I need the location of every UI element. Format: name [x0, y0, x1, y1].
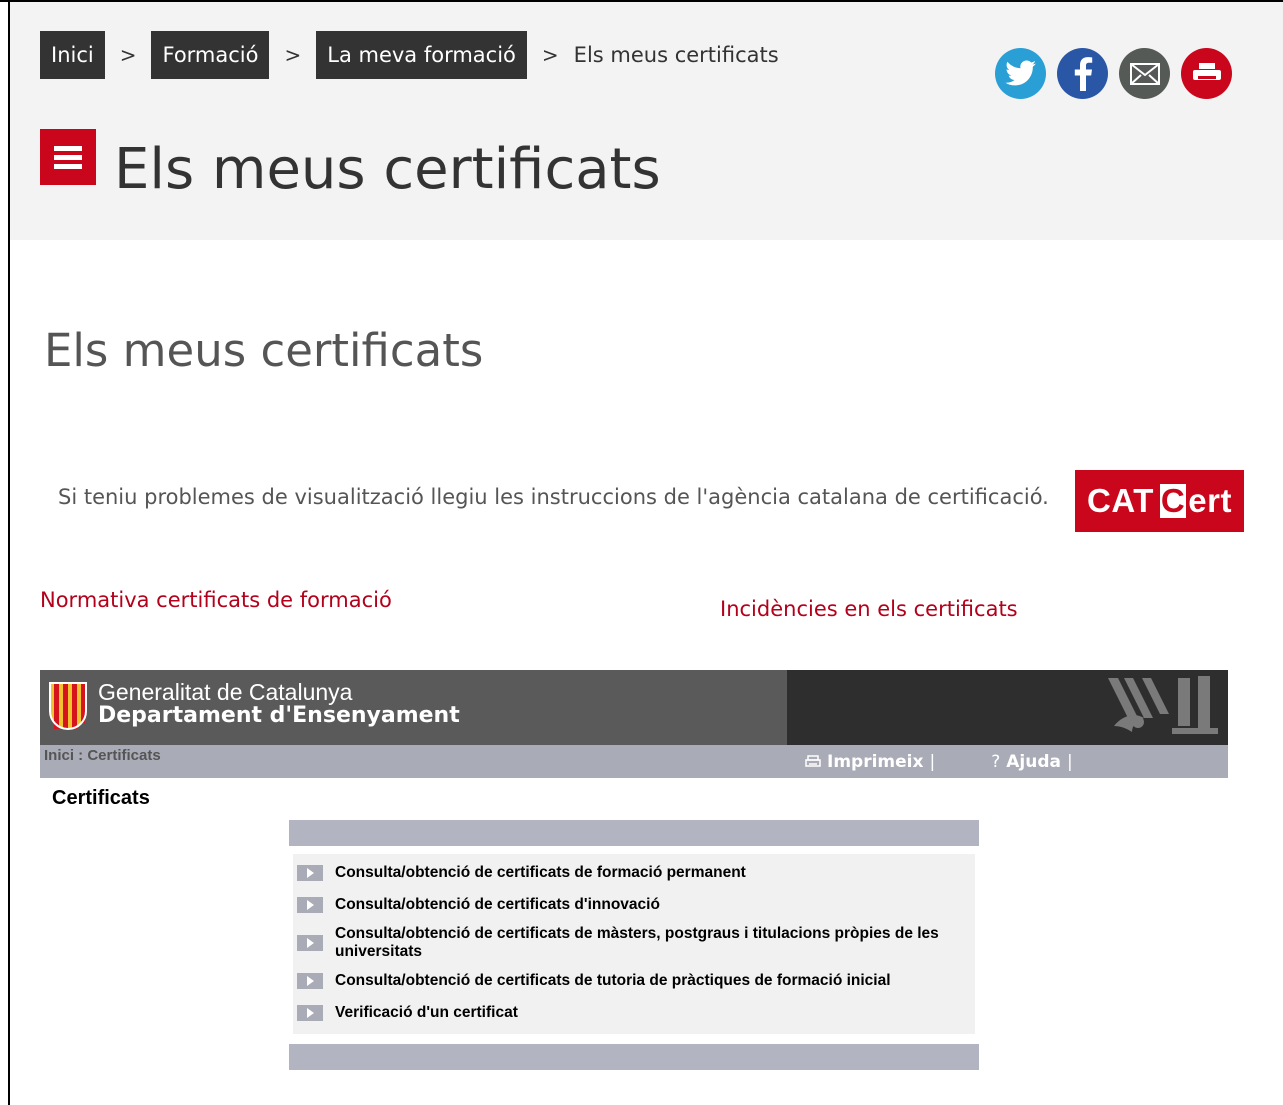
email-icon[interactable]	[1119, 48, 1170, 99]
app-header-dark-panel	[787, 670, 1228, 745]
breadcrumb-inici[interactable]: Inici	[40, 31, 105, 79]
facebook-icon[interactable]	[1057, 48, 1108, 99]
breadcrumb: Inici > Formació > La meva formació > El…	[40, 31, 779, 79]
decorative-emblem-icon	[1108, 676, 1218, 734]
arrow-bullet-icon	[297, 1005, 323, 1021]
certificates-panel: Consulta/obtenció de certificats de form…	[289, 820, 979, 1070]
incidencies-link[interactable]: Incidències en els certificats	[720, 597, 1018, 621]
list-item: Consulta/obtenció de certificats de màst…	[293, 921, 975, 965]
content-title: Els meus certificats	[44, 324, 484, 377]
page-title: Els meus certificats	[114, 137, 661, 202]
print-icon[interactable]	[1181, 48, 1232, 99]
catcert-logo[interactable]: CAT Cert	[1075, 470, 1244, 532]
arrow-bullet-icon	[297, 935, 323, 951]
breadcrumb-separator: >	[541, 43, 559, 67]
breadcrumb-current: Els meus certificats	[573, 43, 779, 67]
arrow-bullet-icon	[297, 973, 323, 989]
printer-icon	[805, 754, 821, 767]
catcert-logo-part: ert	[1188, 482, 1232, 519]
catcert-logo-part: C	[1159, 482, 1187, 519]
list-item: Verificació d'un certificat	[293, 997, 975, 1029]
org-name: Generalitat de Catalunya	[98, 679, 353, 705]
breadcrumb-formacio[interactable]: Formació	[151, 31, 270, 79]
panel-footer-bar	[289, 1044, 979, 1070]
department-name: Departament d'Ensenyament	[98, 703, 460, 728]
app-toolbar: Inici : Certificats Imprimeix | ? Ajuda …	[40, 745, 1228, 778]
app-header: Generalitat de Catalunya Departament d'E…	[40, 670, 1228, 745]
breadcrumb-separator: >	[284, 43, 302, 67]
list-item: Consulta/obtenció de certificats de form…	[293, 857, 975, 889]
section-title: Certificats	[52, 787, 150, 809]
twitter-icon[interactable]	[995, 48, 1046, 99]
visualization-info-text: Si teniu problemes de visualització lleg…	[58, 485, 1049, 509]
social-share-bar	[995, 48, 1232, 99]
list-item: Consulta/obtenció de certificats de tuto…	[293, 965, 975, 997]
certificates-list: Consulta/obtenció de certificats de form…	[293, 854, 975, 1034]
arrow-bullet-icon	[297, 897, 323, 913]
verificacio-certificat-link[interactable]: Verificació d'un certificat	[335, 1004, 518, 1022]
certificates-app: Generalitat de Catalunya Departament d'E…	[40, 670, 1228, 1070]
catcert-logo-part: CAT	[1087, 482, 1154, 519]
app-breadcrumb[interactable]: Inici : Certificats	[44, 747, 161, 764]
menu-toggle-button[interactable]	[40, 129, 96, 185]
print-button[interactable]: Imprimeix |	[805, 752, 935, 772]
cert-tutoria-practiques-link[interactable]: Consulta/obtenció de certificats de tuto…	[335, 972, 891, 990]
tool-separator: |	[929, 751, 936, 772]
tool-separator: |	[1066, 751, 1073, 772]
list-item: Consulta/obtenció de certificats d'innov…	[293, 889, 975, 921]
print-label: Imprimeix	[827, 751, 924, 772]
help-icon: ?	[991, 751, 1001, 772]
arrow-bullet-icon	[297, 865, 323, 881]
help-button[interactable]: ? Ajuda |	[991, 752, 1073, 772]
breadcrumb-separator: >	[119, 43, 137, 67]
app-tools: Imprimeix | ? Ajuda |	[805, 745, 1073, 778]
panel-header-bar	[289, 820, 979, 846]
cert-formacio-permanent-link[interactable]: Consulta/obtenció de certificats de form…	[335, 864, 746, 882]
breadcrumb-la-meva-formacio[interactable]: La meva formació	[316, 31, 527, 79]
cert-innovacio-link[interactable]: Consulta/obtenció de certificats d'innov…	[335, 896, 660, 914]
cert-masters-postgraus-link[interactable]: Consulta/obtenció de certificats de màst…	[335, 925, 971, 961]
normativa-link[interactable]: Normativa certificats de formació	[40, 588, 392, 612]
help-label: Ajuda	[1006, 751, 1061, 772]
generalitat-logo-icon	[49, 682, 87, 731]
